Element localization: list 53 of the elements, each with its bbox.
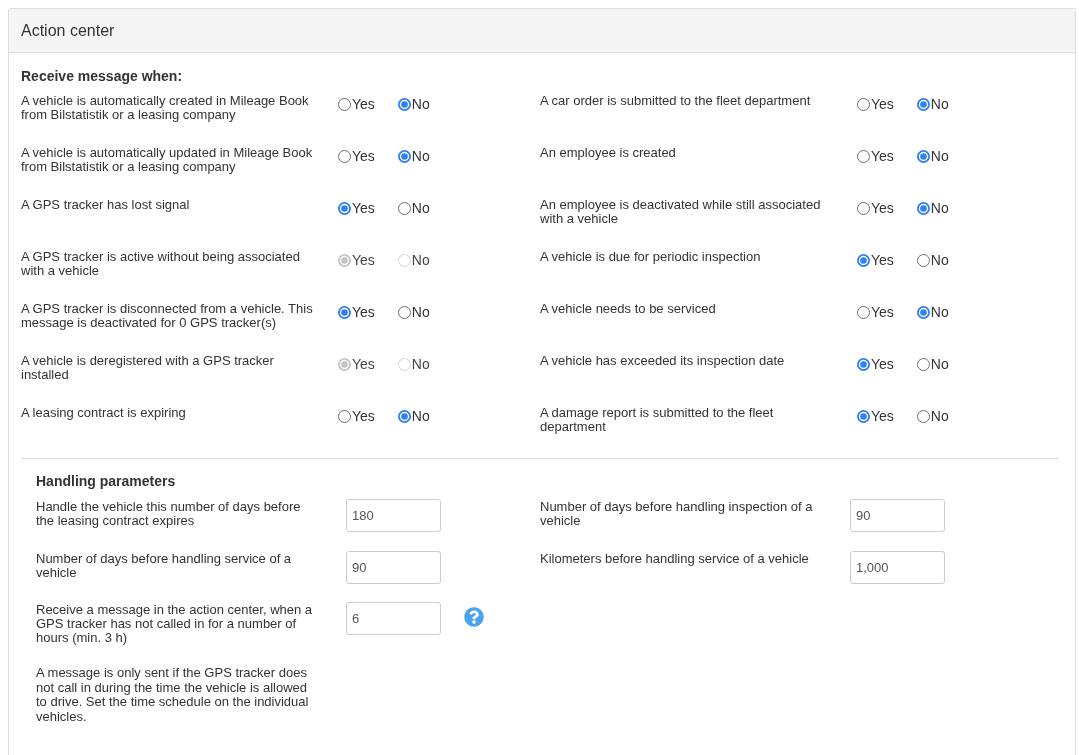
radio-option[interactable]: Yes <box>857 406 894 426</box>
setting-label: A GPS tracker is disconnected from a vehicle. This message is deactivated for 0 GPS tracker(s) <box>21 302 314 330</box>
radio-option[interactable]: No <box>916 198 949 218</box>
radio-option[interactable]: No <box>397 198 430 218</box>
setting-label: A vehicle has exceeded its inspection date <box>540 354 786 368</box>
parameter-label: Handle the vehicle this number of days before the leasing contract expires <box>36 499 302 528</box>
radio-option[interactable]: No <box>397 302 430 322</box>
parameter-label: Number of days before handling inspection of a vehicle <box>540 499 814 528</box>
setting-label: An employee is deactivated while still associated with a vehicle <box>540 198 822 226</box>
setting-label: An employee is created <box>540 146 677 160</box>
number-field[interactable]: 90 <box>850 499 945 532</box>
radio-option[interactable]: No <box>916 250 949 270</box>
radio-option[interactable]: Yes <box>857 250 894 270</box>
radio-option[interactable]: Yes <box>338 94 375 114</box>
setting-label: A damage report is submitted to the fleet department <box>540 406 775 434</box>
radio-option[interactable]: No <box>916 406 949 426</box>
setting-label: A vehicle needs to be serviced <box>540 302 717 316</box>
setting-label: A vehicle is deregistered with a GPS tracker installed <box>21 354 275 382</box>
radio-option[interactable]: Yes <box>857 198 894 218</box>
parameter-label: Receive a message in the action center, when a GPS tracker has not called in for a number of hours (min. 3 h) <box>36 602 314 645</box>
setting-label: A vehicle is due for periodic inspection <box>540 250 762 264</box>
radio-option[interactable]: No <box>916 94 949 114</box>
number-field[interactable]: 180 <box>346 499 441 532</box>
section-heading: Handling parameters <box>36 472 176 491</box>
setting-label: A vehicle is automatically created in Mileage Book from Bilstatistik or a leasing company <box>21 94 310 122</box>
setting-label: A leasing contract is expiring <box>21 406 187 420</box>
section-heading: Receive message when: <box>21 67 183 86</box>
panel-title: Action center <box>21 20 115 41</box>
parameter-label: Kilometers before handling service of a vehicle <box>540 550 810 566</box>
radio-option[interactable]: No <box>397 146 430 166</box>
setting-label: A car order is submitted to the fleet department <box>540 94 812 108</box>
radio-option[interactable]: Yes <box>857 354 894 374</box>
radio-option[interactable]: Yes <box>857 302 894 322</box>
number-field[interactable]: 90 <box>346 550 441 584</box>
radio-option[interactable]: No <box>916 354 949 374</box>
radio-option[interactable]: Yes <box>857 146 894 166</box>
radio-option[interactable]: Yes <box>338 302 375 322</box>
number-field[interactable]: 1,000 <box>850 550 945 584</box>
help-note: A message is only sent if the GPS tracker does not call in during the time the vehicle is allowed to drive. Set the time schedule on the individual vehicles. <box>36 666 310 724</box>
radio-option[interactable]: Yes <box>338 406 375 426</box>
parameter-label: Number of days before handling service of a vehicle <box>36 550 293 580</box>
radio-option[interactable]: Yes <box>857 94 894 114</box>
radio-option[interactable]: No <box>397 94 430 114</box>
setting-label: A vehicle is automatically updated in Mileage Book from Bilstatistik or a leasing company <box>21 146 314 174</box>
setting-label: A GPS tracker has lost signal <box>21 198 191 212</box>
radio-option[interactable]: No <box>397 406 430 426</box>
setting-label: A GPS tracker is active without being associated with a vehicle <box>21 250 301 278</box>
help-icon[interactable] <box>464 607 484 627</box>
radio-option[interactable]: Yes <box>338 198 375 218</box>
radio-option[interactable]: No <box>916 302 949 322</box>
radio-option[interactable]: Yes <box>338 146 375 166</box>
radio-option[interactable]: No <box>916 146 949 166</box>
number-field[interactable]: 6 <box>346 602 441 635</box>
